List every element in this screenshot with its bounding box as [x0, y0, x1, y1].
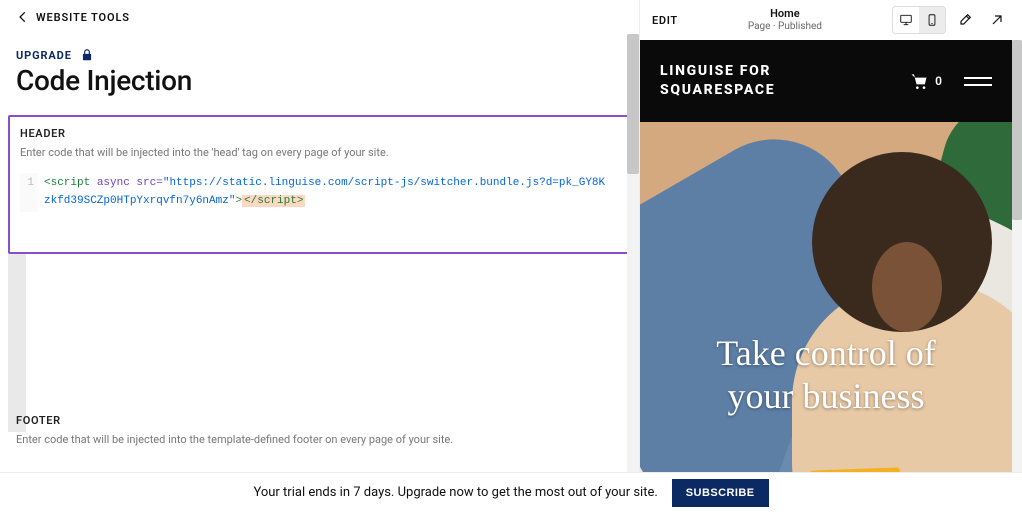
desktop-view-button[interactable] [893, 7, 919, 33]
open-external-button[interactable] [984, 7, 1010, 33]
back-to-website-tools[interactable]: WEBSITE TOOLS [0, 0, 639, 34]
brush-button[interactable] [952, 7, 978, 33]
header-desc: Enter code that will be injected into th… [20, 146, 617, 159]
left-scrollbar-track[interactable] [627, 34, 639, 472]
cart-count: 0 [935, 74, 942, 88]
breadcrumb[interactable]: Home Page · Published [748, 7, 822, 32]
page-title: Code Injection [0, 64, 639, 115]
lock-icon [80, 48, 94, 62]
edit-button[interactable]: EDIT [652, 14, 678, 27]
hero-image: Take control of your business [640, 122, 1012, 472]
upgrade-label: UPGRADE [16, 49, 72, 62]
arrow-up-right-icon [989, 12, 1005, 28]
menu-button[interactable] [964, 77, 992, 86]
chevron-left-icon [16, 10, 30, 24]
footer-label: FOOTER [16, 414, 623, 427]
header-code-block: HEADER Enter code that will be injected … [8, 115, 629, 254]
preview-toolbar: EDIT Home Page · Published [640, 0, 1022, 40]
trial-message: Your trial ends in 7 days. Upgrade now t… [253, 485, 657, 500]
mobile-view-button[interactable] [919, 7, 945, 33]
subscribe-button[interactable]: SUBSCRIBE [672, 479, 769, 507]
cart-icon [909, 71, 929, 91]
header-code-editor[interactable]: 1 <script async src="https://static.ling… [20, 173, 617, 212]
site-brand[interactable]: LINGUISE FOR SQUARESPACE [660, 62, 775, 100]
preview-scrollbar-track[interactable] [1012, 40, 1022, 472]
site-preview: LINGUISE FOR SQUARESPACE 0 [640, 40, 1022, 472]
footer-section: FOOTER Enter code that will be injected … [0, 414, 639, 446]
upgrade-row[interactable]: UPGRADE [0, 34, 639, 64]
header-label: HEADER [20, 127, 617, 140]
cart-button[interactable]: 0 [909, 71, 942, 91]
mobile-icon [925, 13, 939, 27]
crumb-sub: Page · Published [748, 21, 822, 33]
preview-scrollbar-thumb[interactable] [1012, 40, 1022, 220]
footer-desc: Enter code that will be injected into th… [16, 433, 623, 446]
device-toggle [892, 6, 946, 34]
trial-banner: Your trial ends in 7 days. Upgrade now t… [0, 472, 1022, 512]
left-scrollbar-thumb[interactable] [627, 34, 639, 174]
code-text[interactable]: <script async src="https://static.lingui… [38, 173, 617, 212]
desktop-icon [899, 13, 913, 27]
back-label: WEBSITE TOOLS [36, 11, 130, 24]
preview-header: LINGUISE FOR SQUARESPACE 0 [640, 40, 1012, 122]
line-number: 1 [20, 173, 38, 212]
crumb-title: Home [748, 7, 822, 20]
paintbrush-icon [957, 12, 973, 28]
hero-headline: Take control of your business [640, 332, 1012, 418]
